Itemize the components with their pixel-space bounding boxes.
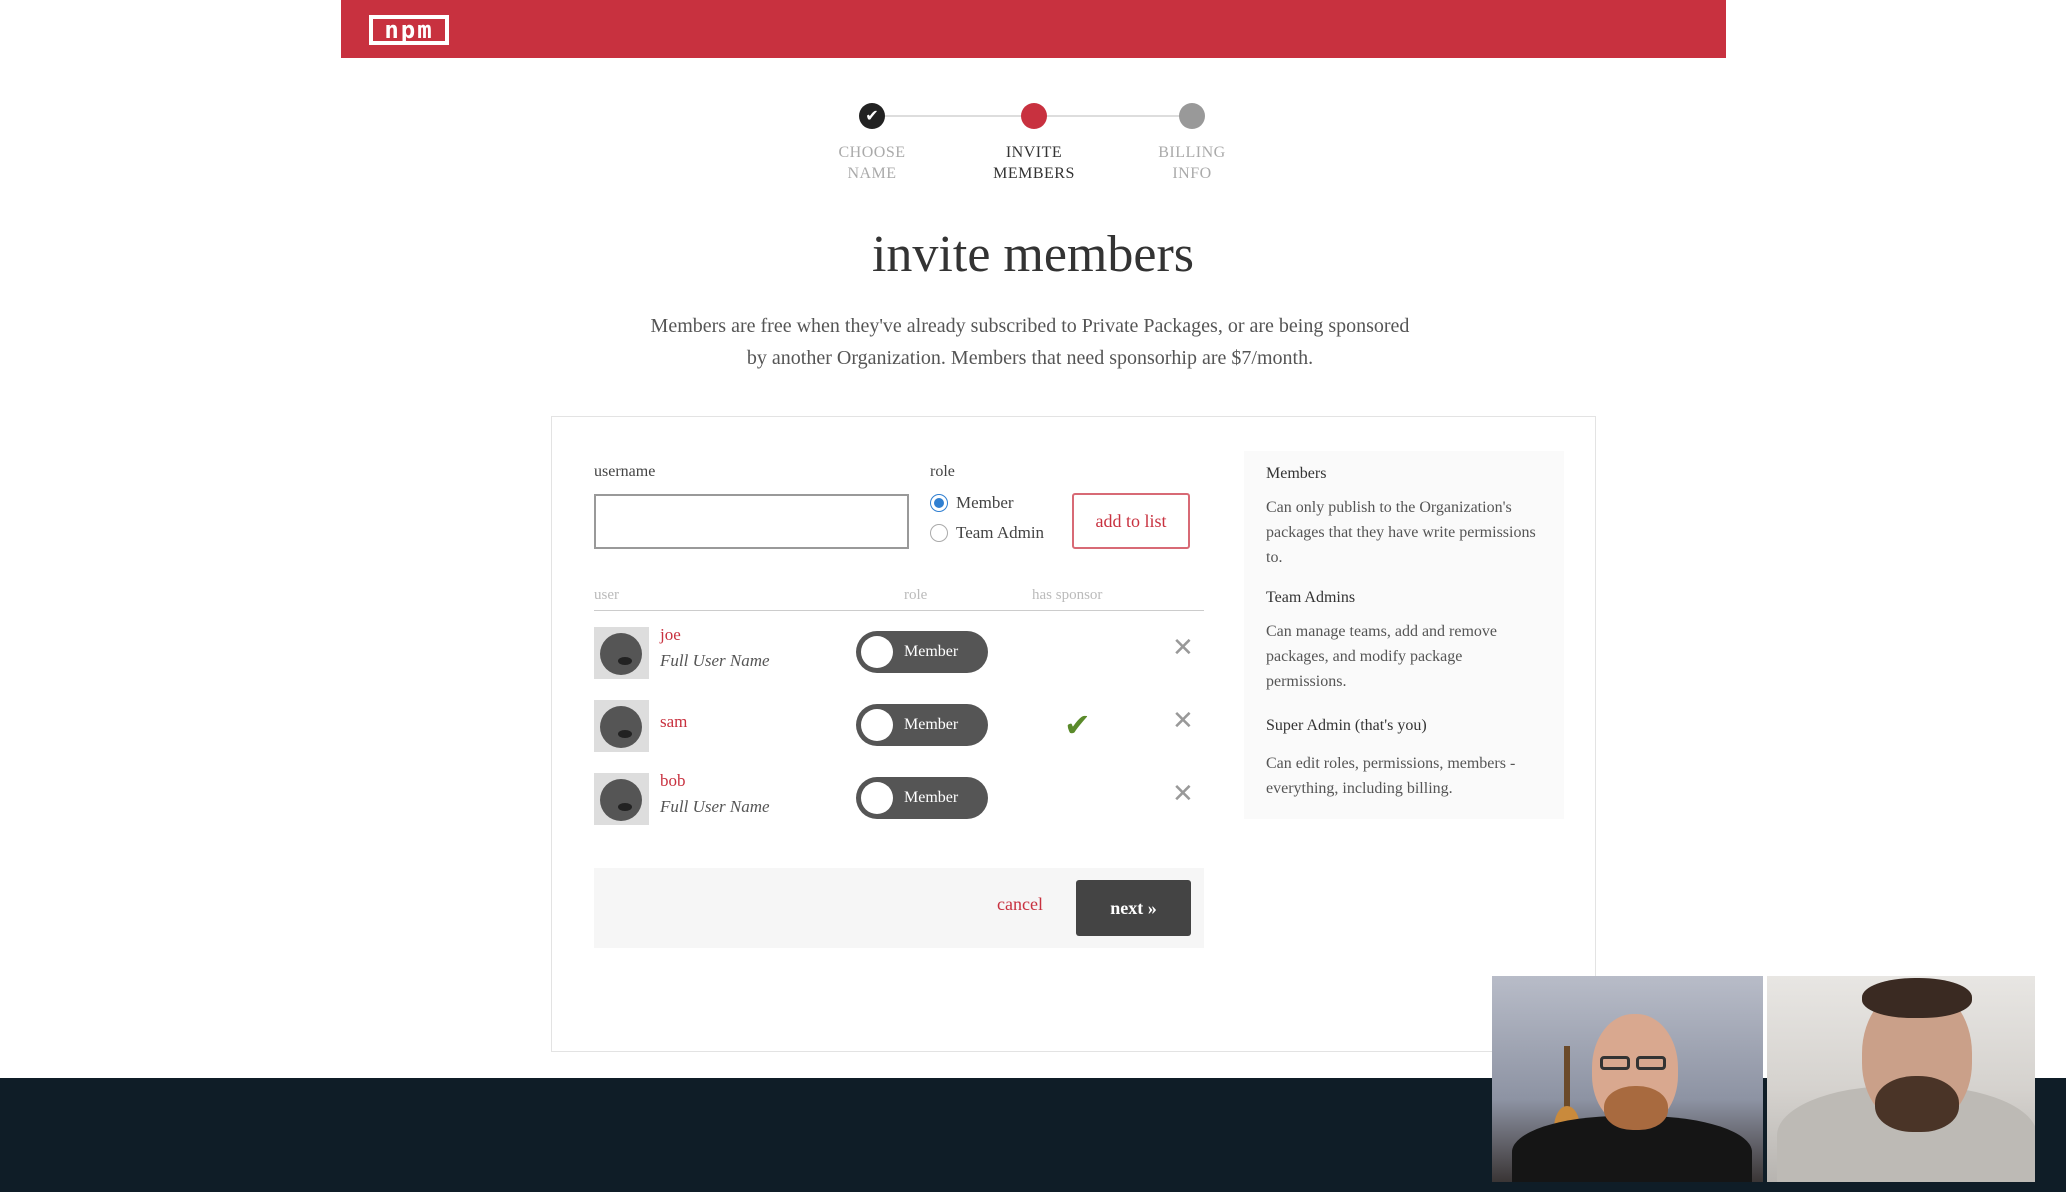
row-username[interactable]: bob [660, 771, 686, 791]
active-step-dot [1021, 103, 1047, 129]
step-label: CHOOSE NAME [838, 144, 906, 182]
username-input[interactable] [594, 494, 909, 549]
person-beard [1875, 1076, 1959, 1132]
check-icon: ✔ [1064, 706, 1091, 744]
check-icon: ✔ [859, 103, 885, 129]
add-to-list-button[interactable]: add to list [1072, 493, 1190, 549]
role-toggle-label: Member [904, 643, 959, 660]
role-help-panel: Members Can only publish to the Organiza… [1244, 451, 1564, 819]
row-username[interactable]: joe [660, 625, 681, 645]
role-label: role [930, 463, 955, 480]
glasses-icon [1600, 1056, 1630, 1070]
role-option-team-admin[interactable]: Team Admin [930, 523, 1044, 543]
row-username[interactable]: sam [660, 712, 687, 732]
step-label: INVITE MEMBERS [993, 144, 1075, 182]
table-divider [594, 610, 1204, 611]
toggle-knob [861, 782, 893, 814]
table-row: joe Full User Name Member ✕ [594, 619, 1204, 679]
npm-logo[interactable]: npm [369, 15, 449, 45]
column-header-user: user [594, 587, 619, 603]
person-beard [1604, 1086, 1668, 1130]
role-toggle[interactable]: Member [856, 777, 988, 819]
progress-stepper: ✔ CHOOSE NAME INVITE MEMBERS BILLING INF… [800, 100, 1260, 200]
help-text-members: Can only publish to the Organization's p… [1266, 499, 1536, 566]
role-option-member[interactable]: Member [930, 493, 1014, 513]
toggle-knob [861, 636, 893, 668]
step-choose-name[interactable]: ✔ CHOOSE NAME [802, 100, 942, 184]
role-option-label: Member [956, 493, 1014, 512]
radio-team-admin[interactable] [930, 524, 948, 542]
cancel-link[interactable]: cancel [997, 894, 1043, 915]
table-row: bob Full User Name Member ✕ [594, 765, 1204, 825]
help-title-members: Members [1266, 465, 1327, 482]
toggle-knob [861, 709, 893, 741]
role-toggle[interactable]: Member [856, 704, 988, 746]
form-actions: cancel next » [594, 868, 1204, 948]
upcoming-step-dot [1179, 103, 1205, 129]
step-invite-members: INVITE MEMBERS [964, 100, 1104, 184]
avatar [594, 700, 649, 752]
webcam-feed [1767, 976, 2035, 1182]
step-billing-info: BILLING INFO [1122, 100, 1262, 184]
table-row: sam Member ✔ ✕ [594, 692, 1204, 752]
role-toggle[interactable]: Member [856, 631, 988, 673]
remove-icon[interactable]: ✕ [1172, 633, 1194, 663]
role-toggle-label: Member [904, 716, 959, 733]
username-label: username [594, 463, 656, 480]
help-text-super-admin: Can edit roles, permissions, members - e… [1266, 755, 1516, 797]
help-text-team-admins: Can manage teams, add and remove package… [1266, 623, 1498, 690]
top-bar: npm [341, 0, 1726, 58]
webcam-feed [1492, 976, 1763, 1182]
step-label: BILLING INFO [1158, 144, 1226, 182]
role-toggle-label: Member [904, 789, 959, 806]
person-hair [1862, 978, 1972, 1018]
column-header-sponsor: has sponsor [1032, 587, 1103, 603]
row-full-name: Full User Name [660, 651, 770, 670]
row-full-name: Full User Name [660, 797, 770, 816]
avatar [594, 773, 649, 825]
page-title: invite members [871, 226, 1195, 283]
help-title-team-admins: Team Admins [1266, 589, 1356, 606]
remove-icon[interactable]: ✕ [1172, 706, 1194, 736]
radio-member[interactable] [930, 494, 948, 512]
column-header-role: role [904, 587, 928, 603]
glasses-icon [1636, 1056, 1666, 1070]
help-title-super-admin: Super Admin (that's you) [1266, 717, 1427, 734]
next-button[interactable]: next » [1076, 880, 1191, 936]
page-description: Members are free when they've already su… [650, 315, 1410, 369]
remove-icon[interactable]: ✕ [1172, 779, 1194, 809]
avatar [594, 627, 649, 679]
invite-card: username role Member Team Admin add to l… [551, 416, 1596, 1052]
role-option-label: Team Admin [956, 523, 1045, 542]
